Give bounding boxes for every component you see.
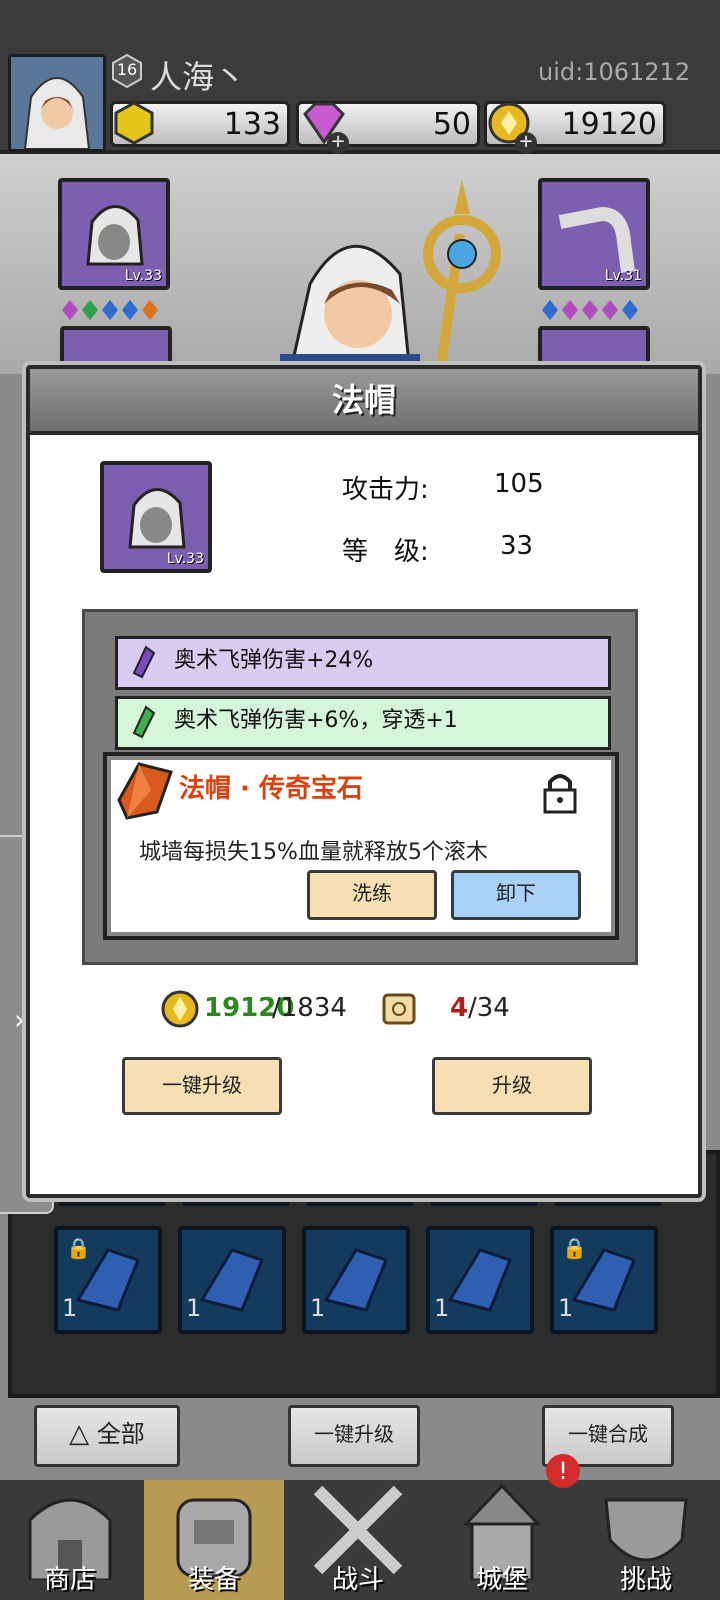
gem-resource: + 50 [296,101,480,154]
attack-label: 攻击力: [342,475,429,505]
level-label: 等 级: [342,537,429,567]
gem-row: 奥术飞弹伤害+6%，穿透+1 [115,696,611,750]
item-icon: Lv.33 [100,461,212,573]
purple-gem-icon [128,639,158,699]
modal-title: 法帽 [331,381,396,419]
gem-row: 奥术飞弹伤害+24% [115,636,611,690]
bottom-nav: 商店 装备 战斗 城堡 ! 挑战 [0,1454,720,1600]
scroll-owned: 4 [450,993,469,1023]
inventory-cell[interactable]: 1 🔒 [54,1226,162,1334]
modal-header: 法帽 [30,369,698,435]
add-gems-button[interactable]: + [327,132,349,154]
player-avatar[interactable] [8,54,106,152]
gold-required: /1834 [272,993,347,1023]
gem-dots-left [60,298,170,326]
upgrade-button[interactable]: 升级 [432,1057,592,1115]
slot-level: Lv.33 [124,268,162,284]
filter-all-button[interactable]: △ 全部 [34,1405,180,1467]
top-bar: 16 人海丶 uid:1061212 133 + 50 + 19120 [0,0,720,154]
item-level-badge: Lv.33 [166,551,204,567]
lock-icon: 🔒 [66,1236,91,1260]
reroll-button[interactable]: 洗练 [307,870,437,920]
unequip-button[interactable]: 卸下 [451,870,581,920]
castle-alert-badge: ! [546,1454,580,1488]
scroll-required: /34 [468,993,510,1023]
energy-value: 133 [223,107,281,142]
gold-resource: + 19120 [484,101,666,154]
nav-castle[interactable]: 城堡 ! [432,1454,580,1600]
inventory-cell[interactable]: 1 🔒 [550,1226,658,1334]
player-level: 16 [116,60,138,79]
lock-icon: 🔒 [562,1236,587,1260]
gold-coin-icon [161,990,199,1028]
legendary-gem-description: 城墙每损失15%血量就释放5个滚木 [139,840,488,865]
level-badge: 16 [110,53,144,89]
nav-challenge[interactable]: 挑战 [576,1480,716,1600]
gem-dots-right [540,298,650,326]
player-uid: uid:1061212 [538,58,691,86]
orange-gem-icon [117,762,173,820]
gem-panel: 奥术飞弹伤害+24% 奥术飞弹伤害+6%，穿透+1 法帽 · 传奇宝石 城墙每损… [82,609,638,965]
gold-value: 19120 [561,107,657,142]
nav-equipment[interactable]: 装备 [144,1480,284,1600]
inventory-cell[interactable]: 1 [178,1226,286,1334]
add-gold-button[interactable]: + [515,132,537,154]
slot-level: Lv.31 [604,268,642,284]
hero-scene: Lv.33 Lv.31 [0,154,720,384]
energy-crystal-icon [114,101,154,145]
equip-slot-weapon[interactable]: Lv.31 [538,178,650,290]
legendary-gem-title: 法帽 · 传奇宝石 [179,774,363,804]
gem-value: 50 [432,107,471,142]
equip-slot-hat[interactable]: Lv.33 [58,178,170,290]
attack-value: 105 [494,469,544,499]
lock-icon[interactable] [541,770,579,818]
energy-resource: 133 [110,101,290,147]
scroll-icon [382,993,416,1025]
inventory-cell[interactable]: 1 [426,1226,534,1334]
green-gem-icon [128,699,158,759]
inventory-cell[interactable]: 1 [302,1226,410,1334]
hero-figure [260,174,530,378]
bulk-upgrade-button[interactable]: 一键升级 [288,1405,420,1467]
player-name: 人海丶 [150,58,247,96]
level-value: 33 [500,531,534,561]
triangle-up-icon: △ [69,1419,90,1449]
nav-shop[interactable]: 商店 [0,1480,140,1600]
nav-battle[interactable]: 战斗 [288,1480,428,1600]
legendary-gem-card: 法帽 · 传奇宝石 城墙每损失15%血量就释放5个滚木 洗练 卸下 [103,752,619,940]
upgrade-all-button[interactable]: 一键升级 [122,1057,282,1115]
chevron-right-icon: › [14,1003,26,1036]
item-detail-modal: 法帽 Lv.33 攻击力: 105 等 级: 33 奥术飞弹伤害+24% 奥术飞… [26,365,702,1198]
